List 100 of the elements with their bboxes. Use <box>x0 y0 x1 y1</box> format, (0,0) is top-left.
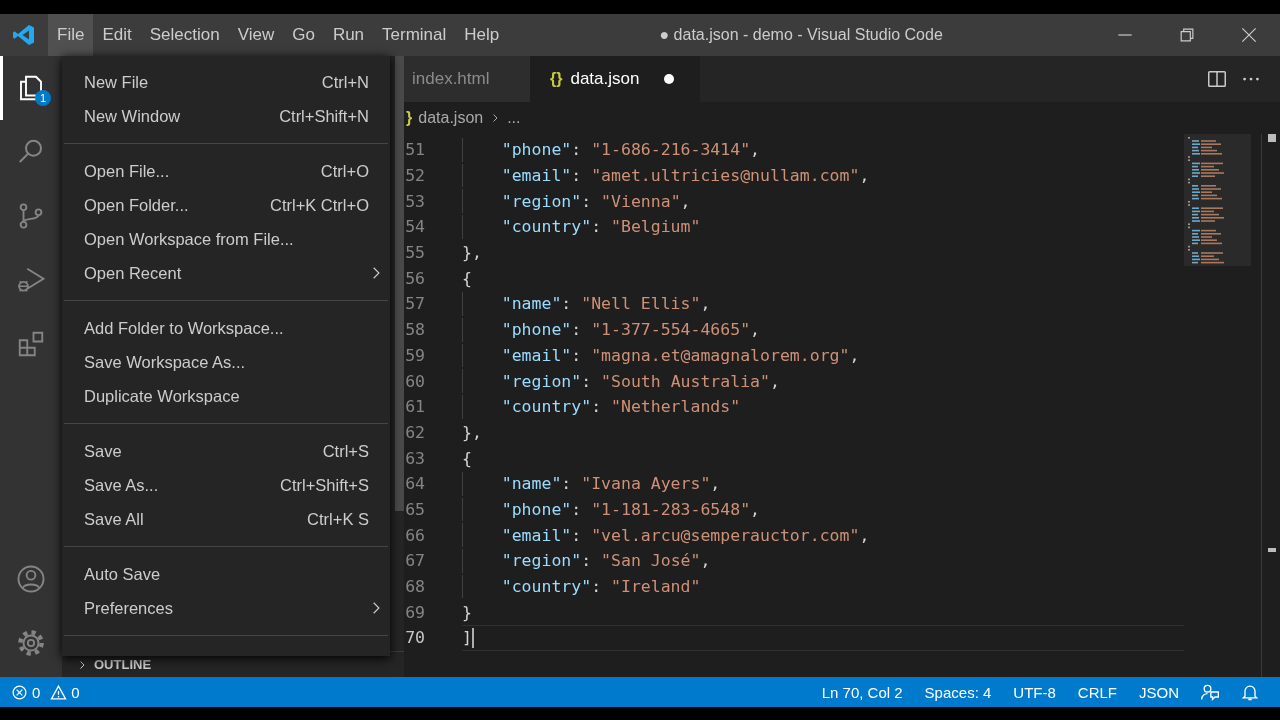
json-punctuation: : <box>581 371 593 391</box>
json-key: "email" <box>501 525 572 545</box>
json-punctuation: { <box>462 448 472 468</box>
line-number: 56 <box>404 268 425 288</box>
status-item[interactable]: Spaces: 4 <box>913 683 1003 701</box>
minimap-drawing[interactable] <box>1184 134 1251 266</box>
blocks-icon[interactable] <box>16 329 46 359</box>
json-punctuation: : <box>561 294 573 314</box>
json-string: "Netherlands" <box>611 397 741 417</box>
json-string: "Ireland" <box>611 577 701 597</box>
feedback-icon[interactable] <box>1200 682 1220 702</box>
json-key: "country" <box>501 397 592 417</box>
json-punctuation: ] <box>462 628 472 648</box>
editor-tab[interactable]: index.html <box>404 56 530 102</box>
json-punctuation: : <box>581 191 593 211</box>
menu-entry[interactable]: Duplicate Workspace <box>62 379 390 413</box>
menu-entry[interactable]: Save All Ctrl+K S <box>62 502 390 536</box>
error-icon <box>11 683 28 701</box>
json-string: "amet.ultricies@nullam.com" <box>591 166 860 186</box>
menu-item[interactable]: File <box>48 14 94 56</box>
json-punctuation: , <box>859 525 870 545</box>
json-string: "1-181-283-6548" <box>591 499 751 519</box>
account-icon[interactable] <box>16 564 46 594</box>
json-punctuation: : <box>571 320 583 340</box>
breadcrumb-item[interactable]: data.json <box>418 109 484 127</box>
json-punctuation: , <box>750 499 761 519</box>
status-item[interactable]: Ln 70, Col 2 <box>810 683 914 701</box>
text-cursor <box>471 627 474 648</box>
line-number: 65 <box>404 499 425 519</box>
json-key: "name" <box>501 294 562 314</box>
menu-entry[interactable]: New File Ctrl+N <box>62 65 390 99</box>
problems-indicator[interactable]: 0 0 <box>0 683 91 701</box>
json-punctuation: : <box>571 345 583 365</box>
json-punctuation: }, <box>462 422 482 442</box>
editor-tab[interactable]: {} data.json <box>530 56 700 102</box>
menu-item[interactable]: Go <box>283 14 324 56</box>
line-number: 69 <box>404 602 425 622</box>
menu-item[interactable]: Run <box>323 14 374 56</box>
menu-item[interactable]: Edit <box>93 14 141 56</box>
breadcrumb-item[interactable]: ... <box>507 109 521 127</box>
line-number: 67 <box>404 551 425 571</box>
line-number: 60 <box>404 371 425 391</box>
line-number: 63 <box>404 448 425 468</box>
menu-entry[interactable]: Preferences <box>62 591 390 625</box>
settings-icon[interactable] <box>16 628 46 658</box>
ruler-mark <box>1268 134 1276 142</box>
json-punctuation: : <box>571 499 583 519</box>
json-punctuation: : <box>591 577 603 597</box>
menu-item[interactable]: Help <box>455 14 509 56</box>
menu-entry[interactable]: New Window Ctrl+Shift+N <box>62 99 390 133</box>
json-string: "South Australia" <box>601 371 770 391</box>
shortcut-text: Ctrl+Shift+N <box>279 106 369 126</box>
notification-badge: 1 <box>35 90 51 106</box>
warning-count: 0 <box>71 683 80 701</box>
json-key: "region" <box>501 371 582 391</box>
menu-item[interactable]: Selection <box>140 14 229 56</box>
shortcut-text: Ctrl+Shift+S <box>280 475 369 495</box>
play-bug-icon[interactable] <box>16 265 46 295</box>
menu-entry[interactable]: Open File... Ctrl+O <box>62 154 390 188</box>
status-item[interactable]: CRLF <box>1066 683 1128 701</box>
menu-item[interactable]: Terminal <box>373 14 456 56</box>
status-item[interactable]: JSON <box>1128 683 1190 701</box>
status-item[interactable]: UTF-8 <box>1002 683 1067 701</box>
menu-entry[interactable]: Save As... Ctrl+Shift+S <box>62 468 390 502</box>
menu-entry[interactable]: Save Ctrl+S <box>62 434 390 468</box>
menu-entry[interactable]: Open Workspace from File... <box>62 222 390 256</box>
line-number: 62 <box>404 422 425 442</box>
json-punctuation: } <box>462 602 472 622</box>
json-string: "Nell Ellis" <box>581 294 701 314</box>
json-punctuation: , <box>700 294 711 314</box>
line-number: 68 <box>404 577 425 597</box>
json-key: "email" <box>501 166 572 186</box>
menu-entry[interactable]: Save Workspace As... <box>62 345 390 379</box>
menu-entry[interactable]: Auto Save <box>62 557 390 591</box>
line-number: 57 <box>404 294 425 314</box>
json-string: "Belgium" <box>611 217 701 237</box>
window-title: ● data.json - demo - Visual Studio Code <box>659 26 943 44</box>
json-key: "country" <box>501 217 592 237</box>
json-punctuation: : <box>571 166 583 186</box>
json-key: "phone" <box>501 499 572 519</box>
json-string: "1-686-216-3414" <box>591 140 751 160</box>
scrollbar-thumb[interactable] <box>395 56 404 511</box>
json-punctuation: , <box>700 551 711 571</box>
menu-entry[interactable]: Add Folder to Workspace... <box>62 311 390 345</box>
tab-label: data.json <box>570 69 640 89</box>
line-number: 55 <box>404 243 425 263</box>
json-punctuation: , <box>680 191 691 211</box>
json-punctuation: : <box>591 217 603 237</box>
menu-entry[interactable]: Open Recent <box>62 256 390 290</box>
line-number: 64 <box>404 474 425 494</box>
line-number: 59 <box>404 345 425 365</box>
line-number: 52 <box>404 166 425 186</box>
json-punctuation: , <box>750 140 761 160</box>
json-key: "region" <box>501 191 582 211</box>
menu-entry[interactable]: Open Folder... Ctrl+K Ctrl+O <box>62 188 390 222</box>
split-editor-icon[interactable] <box>1206 68 1228 90</box>
json-punctuation: : <box>571 525 583 545</box>
menu-item[interactable]: View <box>228 14 284 56</box>
close-icon[interactable] <box>1239 25 1259 45</box>
line-number: 70 <box>404 628 425 648</box>
